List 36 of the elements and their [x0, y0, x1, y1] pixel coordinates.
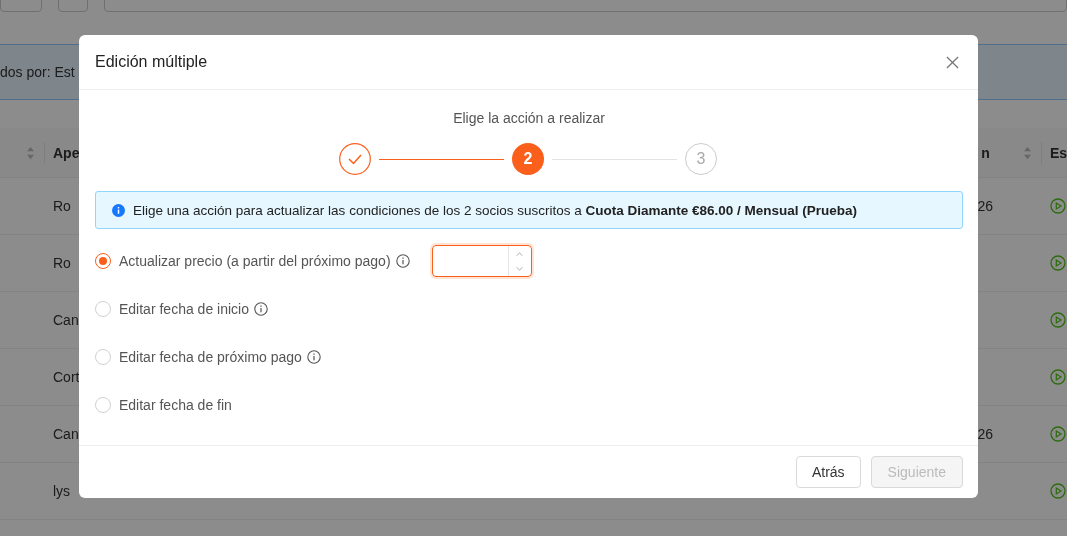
- info-icon: [112, 203, 125, 217]
- play-icon[interactable]: [1050, 426, 1066, 442]
- play-icon[interactable]: [1050, 369, 1066, 385]
- sort-icon[interactable]: [26, 145, 35, 160]
- step-title: Elige la acción a realizar: [453, 110, 605, 126]
- option-label[interactable]: Editar fecha de próximo pago: [119, 349, 302, 365]
- filter-text: dos por: Est: [0, 64, 75, 80]
- table-cell: Ro: [53, 198, 71, 214]
- option-label[interactable]: Actualizar precio (a partir del próximo pago): [119, 253, 391, 269]
- back-button[interactable]: Atrás: [795, 456, 861, 488]
- play-icon[interactable]: [1050, 483, 1066, 499]
- alert-message: Elige una acción para actualizar las condiciones de los 2 socios suscritos a Cuota Diamante €86.00 / Mensual (Prueba): [133, 202, 858, 218]
- table-cell: lys: [53, 483, 71, 499]
- table-cell: Cort: [53, 369, 80, 385]
- table-cell: 26: [977, 198, 993, 214]
- step-indicator: 2: [512, 143, 544, 175]
- play-icon[interactable]: [1050, 255, 1066, 271]
- info-icon[interactable]: [395, 254, 410, 268]
- column-header: Es: [1049, 144, 1067, 161]
- table-cell: 26: [977, 426, 993, 442]
- table-cell: Can: [53, 312, 79, 328]
- column-header: Ape: [53, 144, 80, 161]
- step-done-icon: [339, 143, 371, 175]
- option-label[interactable]: Editar fecha de inicio: [119, 301, 249, 317]
- table-cell: Ro: [53, 255, 71, 271]
- info-icon[interactable]: [253, 302, 268, 316]
- info-icon[interactable]: [306, 350, 321, 364]
- table-cell: Can: [53, 426, 79, 442]
- dialog-title: Edición múltiple: [95, 53, 208, 71]
- play-icon[interactable]: [1050, 312, 1066, 328]
- option-label[interactable]: Editar fecha de fin: [119, 397, 232, 413]
- play-icon[interactable]: [1050, 198, 1066, 214]
- sort-icon[interactable]: [1022, 145, 1032, 160]
- close-icon[interactable]: [946, 55, 959, 69]
- column-header: n: [981, 144, 990, 161]
- price-input[interactable]: [431, 245, 532, 277]
